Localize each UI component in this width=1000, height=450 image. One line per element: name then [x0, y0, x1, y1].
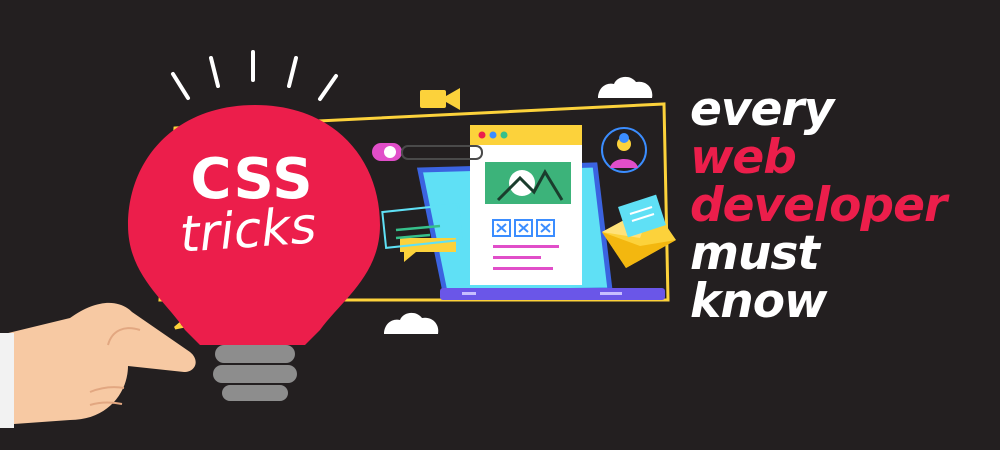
- headline-line-must: must: [690, 226, 820, 281]
- headline-line-web: web: [690, 130, 797, 185]
- headline-line-every: every: [690, 82, 834, 137]
- pointing-hand-icon: [0, 302, 196, 428]
- user-avatar-icon: [601, 127, 647, 173]
- browser-window-icon: [470, 125, 582, 285]
- close-icon: [492, 219, 555, 237]
- light-rays-icon: [171, 50, 338, 101]
- toggle-icon: [372, 143, 483, 161]
- headline-line-know: know: [690, 274, 827, 329]
- video-camera-icon: [420, 88, 460, 110]
- headline-line-developer: developer: [690, 178, 947, 233]
- headline: every web developer must know: [690, 86, 990, 326]
- banner: CSS tricks every web developer must know: [0, 0, 1000, 450]
